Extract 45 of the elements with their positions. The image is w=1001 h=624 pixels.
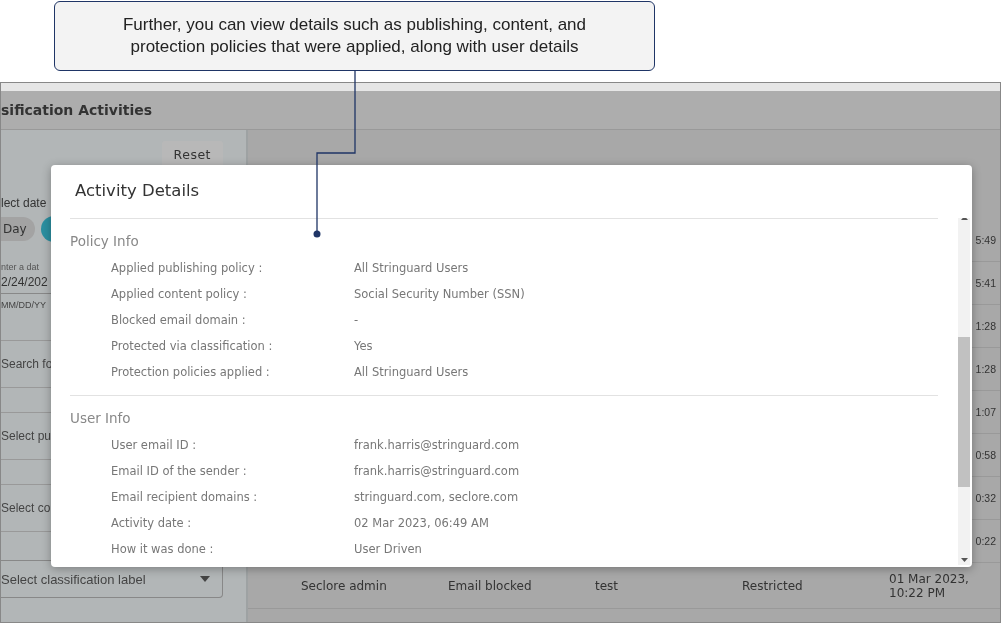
- table-cell-text: Email blocked: [448, 578, 533, 593]
- table-cell-text: Seclore admin: [301, 578, 388, 593]
- caret-icon: [200, 576, 210, 582]
- field-value: frank.harris@stringuard.com: [354, 438, 520, 452]
- scrollbar[interactable]: [958, 218, 970, 565]
- table-cell: 0:22: [975, 535, 996, 547]
- date-label: lect date: [1, 196, 47, 210]
- field-label: Applied content policy :: [110, 287, 248, 301]
- field-value: frank.harris@stringuard.com: [354, 464, 520, 478]
- field-value: -: [354, 313, 359, 327]
- field-value: Yes: [354, 339, 373, 353]
- field-label: Email ID of the sender :: [110, 464, 248, 478]
- field-label: Protected via classification :: [110, 339, 274, 353]
- table-cell: 0:32: [975, 492, 996, 504]
- field-value: All Stringuard Users: [354, 365, 469, 379]
- table-cell: 5:41: [975, 277, 996, 289]
- table-cell-text: test: [595, 578, 620, 593]
- table-cell: 1:07: [975, 406, 996, 418]
- field-value: Social Security Number (SSN): [354, 287, 525, 301]
- field-label: Activity date :: [110, 516, 193, 530]
- dialog-title: Activity Details: [75, 181, 201, 202]
- range-option[interactable]: Day: [1, 217, 35, 241]
- table-cell-text: 01 Mar 2023, 10:22 PM: [889, 571, 970, 600]
- table-cell: 0:58: [975, 449, 996, 461]
- field-label: Email recipient domains :: [110, 490, 259, 504]
- field-value: stringuard.com, seclore.com: [354, 490, 519, 504]
- field-value: 02 Mar 2023, 06:49 AM: [354, 516, 489, 530]
- table-cell: 1:28: [975, 363, 996, 375]
- table-cell-text: Restricted: [742, 578, 804, 593]
- page-title: sification Activities: [1, 102, 153, 118]
- table-cell: 1:28: [975, 320, 996, 332]
- field-label: Protection policies applied :: [110, 365, 271, 379]
- scrollbar-thumb[interactable]: [958, 337, 970, 487]
- date-hint: MM/DD/YY: [1, 300, 46, 310]
- callout-box: Further, you can view details such as publishing, content, and protection policies that were applied, along with user details: [54, 1, 655, 71]
- field-label: Applied publishing policy :: [110, 261, 264, 275]
- field-label: How it was done :: [110, 542, 215, 556]
- field-value: All Stringuard Users: [354, 261, 469, 275]
- field-label: User email ID :: [110, 438, 197, 452]
- section-title: User Info: [70, 410, 132, 426]
- field-label: Blocked email domain :: [110, 313, 247, 327]
- field-value: User Driven: [354, 542, 422, 556]
- scroll-down-icon[interactable]: [960, 558, 968, 562]
- section-title: Policy Info: [70, 233, 140, 249]
- table-cell: 5:49: [975, 234, 996, 246]
